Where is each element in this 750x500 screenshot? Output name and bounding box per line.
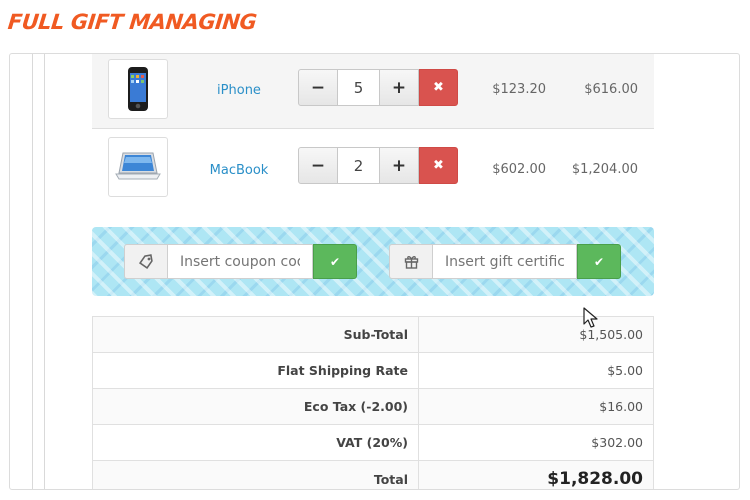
gift-group: ✔ bbox=[389, 244, 621, 279]
line-total: $616.00 bbox=[584, 82, 638, 97]
totals-value: $1,505.00 bbox=[418, 316, 654, 353]
iphone-image[interactable] bbox=[108, 59, 168, 119]
mouse-pointer-icon bbox=[583, 307, 598, 328]
totals-value: $302.00 bbox=[418, 424, 654, 461]
product-link-macbook[interactable]: MacBook bbox=[196, 163, 282, 178]
order-totals-table: Sub-Total $1,505.00 Flat Shipping Rate $… bbox=[92, 316, 654, 489]
gift-certificate-input[interactable] bbox=[432, 244, 577, 279]
line-total: $1,204.00 bbox=[571, 162, 638, 177]
unit-price: $123.20 bbox=[492, 82, 546, 97]
apply-coupon-button[interactable]: ✔ bbox=[313, 244, 357, 279]
remove-item-button[interactable]: ✖ bbox=[419, 69, 458, 106]
totals-label: VAT (20%) bbox=[92, 424, 419, 461]
increase-button[interactable]: + bbox=[379, 69, 419, 106]
cart-row: iPhone − 5 + ✖ $123.20 $616.00 bbox=[92, 54, 654, 129]
tag-icon bbox=[124, 244, 167, 279]
quantity-stepper: − 2 + ✖ bbox=[298, 147, 458, 184]
totals-label: Flat Shipping Rate bbox=[92, 352, 419, 389]
cart-items-table: iPhone − 5 + ✖ $123.20 $616.00 MacBook −… bbox=[92, 54, 654, 209]
grand-total-value: $1,828.00 bbox=[418, 460, 654, 489]
remove-item-button[interactable]: ✖ bbox=[419, 147, 458, 184]
apply-gift-button[interactable]: ✔ bbox=[577, 244, 621, 279]
totals-value: $5.00 bbox=[418, 352, 654, 389]
divider bbox=[44, 54, 45, 489]
macbook-image[interactable] bbox=[108, 137, 168, 197]
totals-row: Flat Shipping Rate $5.00 bbox=[92, 352, 654, 389]
cart-row: MacBook − 2 + ✖ $602.00 $1,204.00 bbox=[92, 129, 654, 209]
totals-value: $16.00 bbox=[418, 388, 654, 425]
increase-button[interactable]: + bbox=[379, 147, 419, 184]
quantity-field[interactable]: 2 bbox=[338, 147, 379, 184]
divider bbox=[32, 54, 33, 489]
coupon-input[interactable] bbox=[167, 244, 313, 279]
unit-price: $602.00 bbox=[492, 162, 546, 177]
decrease-button[interactable]: − bbox=[298, 69, 338, 106]
quantity-field[interactable]: 5 bbox=[338, 69, 379, 106]
totals-row: Sub-Total $1,505.00 bbox=[92, 316, 654, 353]
totals-row: VAT (20%) $302.00 bbox=[92, 424, 654, 461]
page-title: FULL GIFT MANAGING bbox=[6, 10, 258, 34]
coupon-gift-bar: ✔ ✔ bbox=[92, 227, 654, 296]
totals-label: Eco Tax (-2.00) bbox=[92, 388, 419, 425]
decrease-button[interactable]: − bbox=[298, 147, 338, 184]
totals-label: Sub-Total bbox=[92, 316, 419, 353]
totals-row: Eco Tax (-2.00) $16.00 bbox=[92, 388, 654, 425]
quantity-stepper: − 5 + ✖ bbox=[298, 69, 458, 106]
cart-panel: iPhone − 5 + ✖ $123.20 $616.00 MacBook −… bbox=[9, 53, 740, 490]
totals-label: Total bbox=[92, 460, 419, 489]
coupon-group: ✔ bbox=[124, 244, 357, 279]
product-link-iphone[interactable]: iPhone bbox=[202, 83, 276, 98]
grand-total-row: Total $1,828.00 bbox=[92, 460, 654, 489]
gift-icon bbox=[389, 244, 432, 279]
